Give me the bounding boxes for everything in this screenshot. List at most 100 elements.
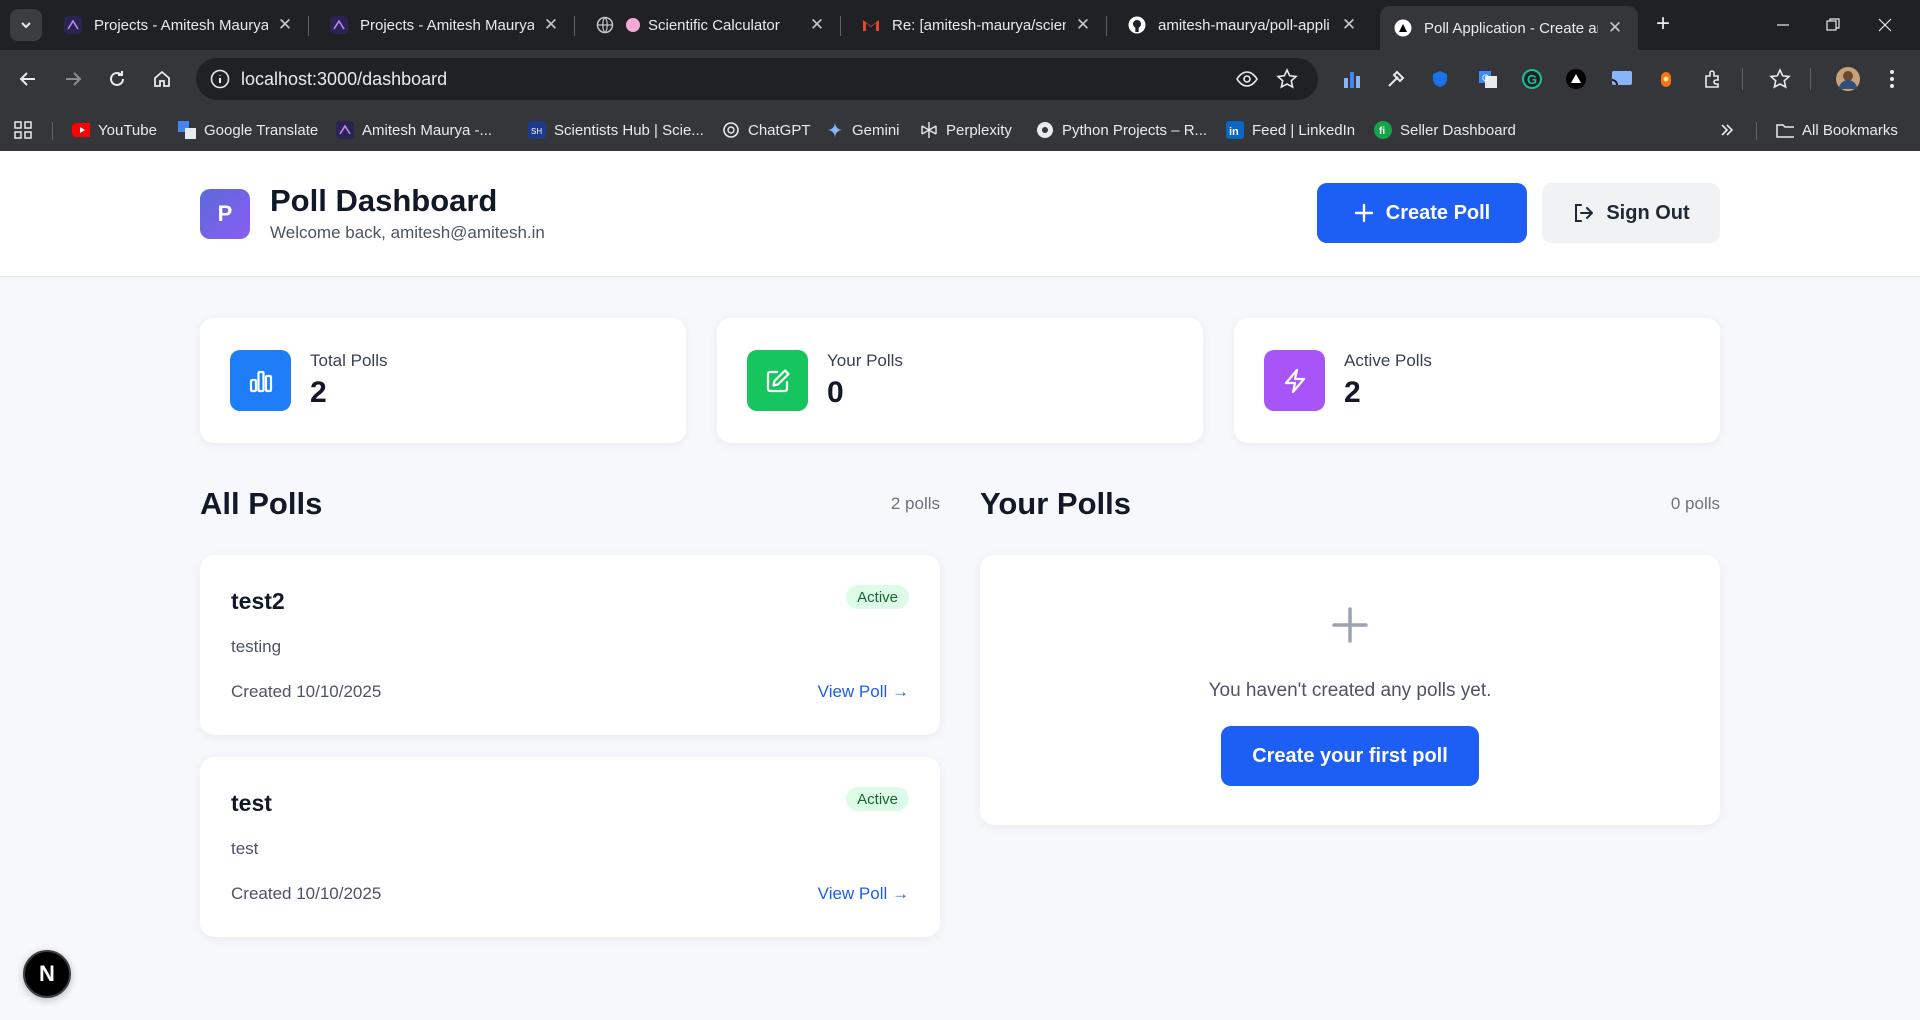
bookmark-seller-dashboard[interactable]: fi Seller Dashboard <box>1374 119 1516 141</box>
shield-extension-icon[interactable] <box>1426 65 1454 93</box>
close-icon[interactable]: ✕ <box>276 15 294 34</box>
vercel-extension-icon[interactable] <box>1562 65 1590 93</box>
cast-extension-icon[interactable] <box>1608 65 1636 93</box>
svg-text:G: G <box>1482 73 1489 83</box>
bookmark-scientists-hub[interactable]: SH Scientists Hub | Scie... <box>528 119 704 141</box>
arrow-right-icon <box>66 72 82 86</box>
browser-tab[interactable]: Projects - Amitesh Maurya ✕ <box>316 6 575 44</box>
more-bookmarks-icon[interactable] <box>1720 119 1734 141</box>
window-close-button[interactable] <box>1870 12 1900 38</box>
url-text: localhost:3000/dashboard <box>241 69 448 89</box>
bookmark-amitesh-maurya[interactable]: Amitesh Maurya -... <box>336 119 492 141</box>
edit-icon <box>766 368 790 392</box>
grammarly-extension-icon[interactable]: G <box>1518 65 1546 93</box>
close-icon[interactable]: ✕ <box>542 15 560 34</box>
star-icon[interactable] <box>1276 68 1298 90</box>
bookmark-gemini[interactable]: Gemini <box>826 119 900 141</box>
view-poll-link[interactable]: View Poll → <box>818 884 909 904</box>
minimize-button[interactable] <box>1768 12 1798 38</box>
svg-text:G: G <box>1527 72 1537 87</box>
menu-kebab-icon[interactable] <box>1878 65 1906 93</box>
new-tab-button[interactable]: + <box>1650 12 1676 38</box>
forward-button[interactable] <box>59 65 87 93</box>
linkedin-icon: in <box>1226 121 1244 139</box>
tab-title: Poll Application - Create an <box>1424 19 1598 37</box>
apps-grid-icon[interactable] <box>14 119 32 141</box>
bookmark-label: Python Projects – R... <box>1062 121 1208 139</box>
sign-out-button[interactable]: Sign Out <box>1542 183 1720 243</box>
bookmark-linkedin[interactable]: in Feed | LinkedIn <box>1226 119 1355 141</box>
poll-created-date: Created 10/10/2025 <box>231 884 382 903</box>
close-icon[interactable]: ✕ <box>808 15 826 34</box>
back-button[interactable] <box>14 65 42 93</box>
bookmark-label: Amitesh Maurya -... <box>362 121 493 139</box>
stat-icon-box <box>1264 350 1325 411</box>
avatar[interactable] <box>1834 65 1862 93</box>
arrow-left-icon <box>19 72 35 86</box>
recorder-extension-icon[interactable] <box>1652 65 1680 93</box>
all-bookmarks-button[interactable]: All Bookmarks <box>1776 119 1898 141</box>
tab-title: Projects - Amitesh Maurya <box>360 16 534 34</box>
tab-search-button[interactable] <box>10 9 42 41</box>
restore-button[interactable] <box>1818 12 1848 38</box>
extensions-icon[interactable] <box>1698 65 1726 93</box>
home-button[interactable] <box>148 65 176 93</box>
poll-card[interactable]: test Active test Created 10/10/2025 View… <box>200 757 940 937</box>
translate-extension-icon[interactable]: G <box>1474 65 1502 93</box>
create-poll-label: Create Poll <box>1385 201 1491 224</box>
close-icon[interactable]: ✕ <box>1606 18 1624 37</box>
stat-label: Total Polls <box>310 351 388 370</box>
app-logo: P <box>200 189 250 239</box>
create-first-poll-button[interactable]: Create your first poll <box>1221 726 1479 786</box>
plus-icon <box>1354 203 1373 223</box>
browser-tab[interactable]: Re: [amitesh-maurya/scientific ✕ <box>848 6 1107 44</box>
stat-label: Your Polls <box>827 351 903 370</box>
bookmark-google-translate[interactable]: Google Translate <box>178 119 318 141</box>
stat-card-your-polls: Your Polls 0 <box>717 318 1203 443</box>
eye-icon[interactable] <box>1236 69 1258 89</box>
bookmark-divider <box>52 122 53 140</box>
bookmark-label: Perplexity <box>946 121 1012 139</box>
address-bar[interactable]: localhost:3000/dashboard <box>196 58 1318 100</box>
bookmark-chatgpt[interactable]: ChatGPT <box>722 119 811 141</box>
sign-out-label: Sign Out <box>1606 201 1690 224</box>
stat-label: Active Polls <box>1344 351 1432 370</box>
browser-tab[interactable]: amitesh-maurya/poll-appli ✕ <box>1114 6 1372 44</box>
close-icon[interactable]: ✕ <box>1340 15 1358 34</box>
all-polls-count: 2 polls <box>890 494 940 513</box>
translate-icon <box>178 121 196 139</box>
site-info-icon[interactable] <box>210 69 230 89</box>
bookmark-label: Seller Dashboard <box>1400 121 1516 139</box>
svg-text:SH: SH <box>531 127 542 136</box>
bookmark-perplexity[interactable]: Perplexity <box>920 119 1012 141</box>
create-poll-button[interactable]: Create Poll <box>1317 183 1527 243</box>
browser-chrome: Projects - Amitesh Maurya ✕ Projects - A… <box>0 0 1920 151</box>
browser-tab-active[interactable]: Poll Application - Create an ✕ <box>1380 6 1638 50</box>
lightning-icon <box>1284 368 1305 393</box>
browser-tab[interactable]: Projects - Amitesh Maurya ✕ <box>50 6 309 44</box>
poll-card[interactable]: test2 Active testing Created 10/10/2025 … <box>200 555 940 735</box>
nextjs-dev-indicator[interactable]: N <box>23 950 71 998</box>
reading-list-icon[interactable] <box>1766 65 1794 93</box>
browser-tab[interactable]: Scientific Calculator ✕ <box>582 6 841 44</box>
home-icon <box>154 70 170 87</box>
poll-description: test <box>231 839 259 858</box>
close-icon[interactable]: ✕ <box>1074 15 1092 34</box>
analytics-extension-icon[interactable] <box>1338 65 1366 93</box>
sign-out-icon <box>1575 204 1594 222</box>
bookmark-python-projects[interactable]: Python Projects – R... <box>1036 119 1207 141</box>
your-polls-title: Your Polls <box>980 486 1132 521</box>
eyedropper-extension-icon[interactable] <box>1382 65 1410 93</box>
svg-text:fi: fi <box>1379 126 1385 137</box>
your-polls-count: 0 polls <box>1670 494 1720 513</box>
stat-icon-box <box>230 350 291 411</box>
svg-text:in: in <box>1229 126 1239 138</box>
bookmark-label: Feed | LinkedIn <box>1252 121 1356 139</box>
reload-button[interactable] <box>103 65 131 93</box>
tab-title: Scientific Calculator <box>648 16 780 34</box>
empty-state-text: You haven't created any polls yet. <box>1208 680 1492 701</box>
bookmark-youtube[interactable]: YouTube <box>72 119 157 141</box>
plus-icon <box>1332 607 1368 643</box>
all-bookmarks-label: All Bookmarks <box>1802 121 1898 139</box>
view-poll-link[interactable]: View Poll → <box>818 682 909 702</box>
